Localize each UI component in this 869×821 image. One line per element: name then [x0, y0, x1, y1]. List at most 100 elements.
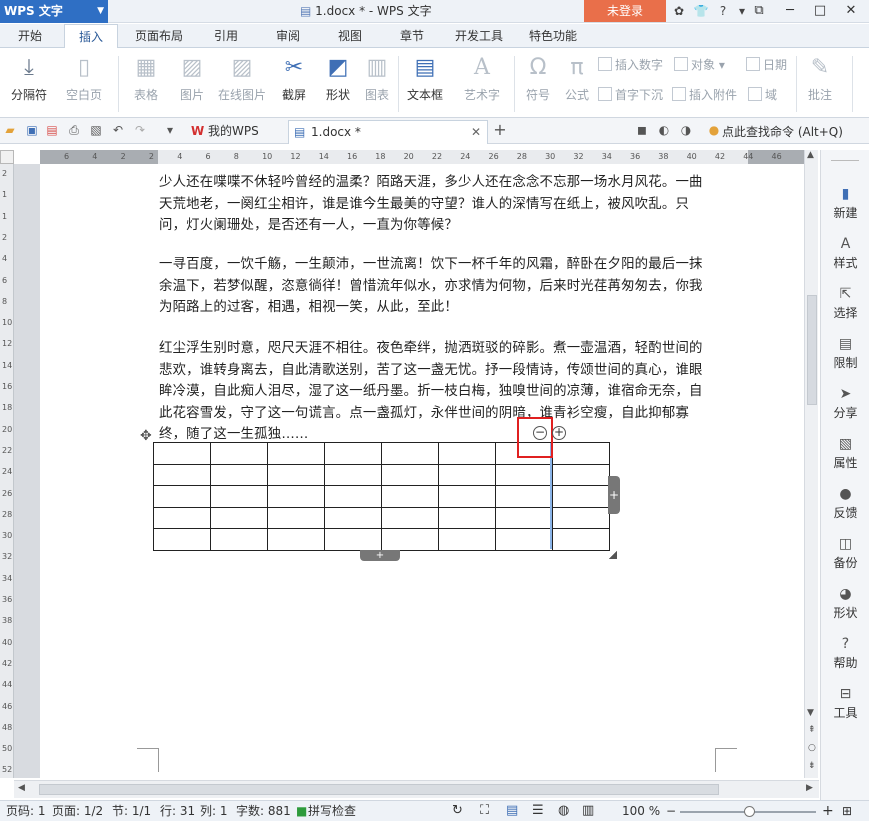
document-table[interactable] [153, 442, 610, 551]
panel-restrict[interactable]: ▤ 限制 [821, 336, 869, 371]
table-cell[interactable] [267, 463, 325, 486]
table-move-handle-icon[interactable]: ✥ [140, 428, 152, 444]
blank-page-button[interactable]: ▯ 空白页 [58, 54, 110, 103]
pdf-icon[interactable]: ▤ [44, 122, 60, 138]
tab-view[interactable]: 视图 [328, 24, 372, 48]
zoom-level[interactable]: 100 % [622, 801, 660, 821]
table-cell[interactable] [552, 463, 610, 486]
table-cell[interactable] [552, 485, 610, 508]
table-cell[interactable] [438, 463, 496, 486]
table-cell[interactable] [267, 506, 325, 529]
shape-button[interactable]: ◩ 形状 [316, 54, 360, 103]
chevron-down-icon[interactable]: ▾ [162, 122, 178, 138]
prev-page-icon[interactable]: ⇞ [808, 725, 816, 735]
maximize-button[interactable]: □ [805, 0, 835, 22]
comment-button[interactable]: ✎ 批注 [800, 54, 840, 103]
scrollbar-thumb[interactable] [39, 784, 719, 795]
table-cell[interactable] [438, 485, 496, 508]
tab-insert[interactable]: 插入 [64, 24, 118, 48]
tab-my-wps[interactable]: W 我的WPS [186, 120, 284, 144]
horizontal-scrollbar[interactable]: ◀ ▶ [14, 780, 819, 798]
scroll-up-icon[interactable]: ▲ [807, 150, 814, 160]
table-cell[interactable] [324, 506, 382, 529]
save-icon[interactable]: ▣ [24, 122, 40, 138]
table-cell[interactable] [267, 442, 325, 465]
panel-share[interactable]: ➤ 分享 [821, 386, 869, 421]
date-button[interactable]: 日期 [746, 56, 787, 74]
insert-attachment-button[interactable]: 插入附件 [672, 86, 737, 104]
table-cell[interactable] [381, 442, 439, 465]
panel-select[interactable]: ⇱ 选择 [821, 286, 869, 321]
screenshot-button[interactable]: ✂ 截屏 [272, 54, 316, 103]
panel-shape[interactable]: ◕ 形状 [821, 586, 869, 621]
panel-tools[interactable]: ⊟ 工具 [821, 686, 869, 721]
restore-icon[interactable]: ⧉ [744, 0, 774, 22]
close-button[interactable]: ✕ [836, 0, 866, 22]
scroll-right-icon[interactable]: ▶ [806, 783, 813, 793]
minimize-button[interactable]: ─ [775, 0, 805, 22]
scrollbar-thumb[interactable] [807, 295, 817, 405]
table-cell[interactable] [381, 506, 439, 529]
panel-help[interactable]: ? 帮助 [821, 636, 869, 671]
chart-button[interactable]: ▥ 图表 [360, 54, 394, 103]
table-cell[interactable] [381, 463, 439, 486]
table-cell[interactable] [438, 506, 496, 529]
app-menu-button[interactable]: WPS 文字 ▼ [0, 0, 108, 23]
comment-panel-icon[interactable]: ◼ [634, 122, 650, 138]
page-view-icon[interactable]: ▤ [506, 801, 518, 821]
skin-icon[interactable]: ✿ [670, 2, 688, 20]
tab-page-layout[interactable]: 页面布局 [128, 24, 190, 48]
redo-icon[interactable]: ↷ [132, 122, 148, 138]
tab-document[interactable]: ▤ 1.docx * ✕ [288, 120, 488, 144]
table-cell[interactable] [438, 528, 496, 551]
tab-developer[interactable]: 开发工具 [446, 24, 512, 48]
panel-style[interactable]: A 样式 [821, 236, 869, 271]
add-row-button[interactable]: + [360, 550, 400, 561]
add-column-icon[interactable]: + [552, 426, 566, 440]
add-tab-icon[interactable]: + [492, 122, 508, 138]
doc-info-icon[interactable]: ◑ [678, 122, 694, 138]
command-search[interactable]: 点此查找命令 (Alt+Q) [722, 123, 843, 140]
scroll-left-icon[interactable]: ◀ [18, 783, 25, 793]
horizontal-ruler[interactable]: 6 4 2 2 4 6 8 10 12 14 16 18 20 22 24 26 28 30 32 34 36 38 40 4… [40, 150, 804, 164]
login-button[interactable]: 未登录 [584, 0, 666, 22]
field-button[interactable]: 域 [748, 86, 777, 104]
table-cell[interactable] [210, 506, 268, 529]
table-cell[interactable] [552, 506, 610, 529]
table-cell[interactable] [552, 528, 610, 551]
table-cell[interactable] [153, 463, 211, 486]
table-cell[interactable] [210, 463, 268, 486]
object-button[interactable]: 对象 ▾ [674, 56, 725, 74]
tab-review[interactable]: 审阅 [266, 24, 310, 48]
panel-backup[interactable]: ◫ 备份 [821, 536, 869, 571]
scroll-down-icon[interactable]: ▼ [807, 708, 814, 718]
fullscreen-icon[interactable]: ⛶ [480, 801, 489, 821]
web-view-icon[interactable]: ◍ [558, 801, 569, 821]
table-cell[interactable] [324, 463, 382, 486]
table-cell[interactable] [438, 442, 496, 465]
help-icon[interactable]: ? [714, 2, 732, 20]
status-page[interactable]: 页面: 1/2 [52, 801, 103, 821]
table-cell[interactable] [324, 528, 382, 551]
zoom-in-icon[interactable]: + [822, 801, 834, 821]
status-menu-icon[interactable]: ⊞ [842, 801, 852, 821]
table-cell[interactable] [153, 528, 211, 551]
formula-button[interactable]: π 公式 [560, 54, 594, 103]
table-cell[interactable] [381, 485, 439, 508]
wordart-button[interactable]: A 艺术字 [454, 54, 510, 103]
tab-references[interactable]: 引用 [204, 24, 248, 48]
insert-number-button[interactable]: 插入数字 [598, 56, 663, 74]
shirt-icon[interactable]: 👕 [692, 2, 710, 20]
table-cell[interactable] [495, 506, 553, 529]
ruler-toggle[interactable] [0, 150, 14, 164]
share-icon[interactable]: ◐ [656, 122, 672, 138]
tab-section[interactable]: 章节 [390, 24, 434, 48]
picture-button[interactable]: ▨ 图片 [170, 54, 214, 103]
table-cell[interactable] [495, 528, 553, 551]
status-word-count[interactable]: 字数: 881 [236, 801, 291, 821]
table-cell[interactable] [495, 485, 553, 508]
table-cell[interactable] [153, 506, 211, 529]
add-column-right-button[interactable]: + [608, 476, 620, 514]
table-cell[interactable] [210, 485, 268, 508]
panel-new[interactable]: ▮ 新建 [821, 186, 869, 221]
